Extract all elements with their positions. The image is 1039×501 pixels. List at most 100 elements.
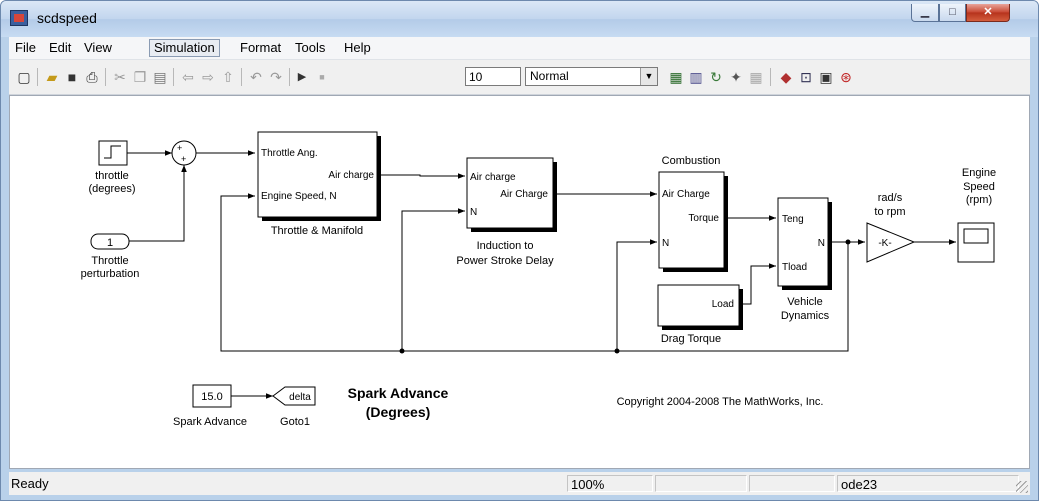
- goto-tag: delta: [289, 392, 311, 403]
- combustion-block[interactable]: Air Charge N Torque: [658, 171, 728, 272]
- comb-port-air-charge: Air Charge: [662, 189, 710, 200]
- comb-port-torque: Torque: [688, 213, 719, 224]
- rads-to-rpm-gain-block[interactable]: -K-: [866, 222, 916, 263]
- combustion-title: Combustion: [662, 155, 721, 167]
- comb-port-n: N: [662, 238, 669, 249]
- window-title: scdspeed: [37, 10, 97, 26]
- model-advisor-icon[interactable]: ✦: [727, 69, 745, 85]
- simulation-mode-value: Normal: [530, 69, 569, 83]
- veh-port-n: N: [818, 238, 825, 249]
- block-diagram[interactable]: throttle (degrees) + + 1 Throttle pertur…: [10, 96, 1029, 468]
- forward-icon[interactable]: ⇨: [199, 69, 217, 85]
- spark-advance-label: Spark Advance: [173, 416, 247, 428]
- minimize-button[interactable]: ▁: [911, 4, 939, 22]
- throttle-step-block[interactable]: [98, 140, 128, 166]
- menu-edit[interactable]: Edit: [45, 39, 75, 57]
- drag-torque-block[interactable]: Load: [657, 284, 743, 330]
- menu-help[interactable]: Help: [340, 39, 375, 57]
- gain-title-line2: to rpm: [874, 206, 905, 218]
- spark-advance-block[interactable]: 15.0: [192, 384, 232, 408]
- maximize-button[interactable]: □: [939, 4, 966, 22]
- copyright-notice: Copyright 2004-2008 The MathWorks, Inc.: [617, 396, 824, 408]
- build-icon[interactable]: ▦: [667, 69, 685, 85]
- vehicle-dynamics-block[interactable]: Teng Tload N: [777, 197, 832, 290]
- up-icon[interactable]: ⇧: [219, 69, 237, 85]
- spark-advance-annotation-line2: (Degrees): [366, 404, 431, 420]
- drag-port-load: Load: [712, 299, 734, 310]
- perturbation-label: Throttle: [91, 255, 128, 267]
- status-cell-empty: [749, 475, 835, 492]
- gain-value: -K-: [878, 238, 891, 249]
- open-icon[interactable]: ▰: [43, 69, 61, 85]
- update-diagram-icon[interactable]: ↻: [707, 69, 725, 85]
- toolbar-separator: [173, 68, 174, 86]
- stop-time-field[interactable]: [465, 67, 521, 86]
- toolbar-separator: [289, 68, 290, 86]
- sum-block[interactable]: + +: [171, 140, 197, 166]
- status-solver: ode23: [837, 475, 1019, 492]
- goto-label: Goto1: [280, 416, 310, 428]
- new-model-icon[interactable]: ▢: [15, 69, 33, 85]
- veh-port-teng: Teng: [782, 214, 804, 225]
- scope-title-line3: (rpm): [966, 194, 992, 206]
- perturbation-value: 1: [107, 237, 113, 249]
- menu-bar: File Edit View Simulation Format Tools H…: [9, 37, 1030, 60]
- paste-icon[interactable]: ▤: [151, 69, 169, 85]
- cut-icon[interactable]: ✂: [111, 69, 129, 85]
- resize-grip-icon[interactable]: [1016, 481, 1028, 493]
- throttle-manifold-label: Throttle & Manifold: [271, 225, 363, 237]
- close-button[interactable]: ✕: [966, 4, 1010, 22]
- induction-delay-block[interactable]: Air charge N Air Charge: [466, 157, 557, 232]
- library-browser-icon[interactable]: ▦: [747, 69, 765, 85]
- menu-simulation[interactable]: Simulation: [149, 39, 220, 57]
- ind-port-air-charge-in: Air charge: [470, 172, 516, 183]
- goto-block[interactable]: delta: [272, 386, 316, 406]
- toolbar-separator: [241, 68, 242, 86]
- simulation-mode-select[interactable]: Normal ▼: [525, 67, 658, 86]
- throttle-label: throttle: [95, 170, 129, 182]
- engine-speed-scope-block[interactable]: [957, 222, 995, 263]
- status-bar: Ready 100% ode23: [9, 472, 1030, 495]
- toolbar-separator: [37, 68, 38, 86]
- vehicle-dynamics-label: Vehicle: [787, 296, 822, 308]
- scope-title: Engine: [962, 167, 996, 179]
- copy-icon[interactable]: ❐: [131, 69, 149, 85]
- tm-port-air-charge: Air charge: [328, 170, 374, 181]
- toolbar: ▢ ▰ ■ ⎙ ✂ ❐ ▤ ⇦ ⇨ ⇧ ↶ ↷ ▶ ■ Normal ▼ ▦ ▥…: [9, 60, 1030, 95]
- vehicle-dynamics-label-line2: Dynamics: [781, 310, 830, 322]
- toolbar-separator: [105, 68, 106, 86]
- throttle-manifold-block[interactable]: Throttle Ang. Engine Speed, N Air charge: [257, 131, 381, 221]
- perturbation-label-line2: perturbation: [81, 268, 140, 280]
- undo-icon[interactable]: ↶: [247, 69, 265, 85]
- menu-format[interactable]: Format: [236, 39, 285, 57]
- simulink-app-icon: [10, 10, 28, 26]
- induction-label-line2: Power Stroke Delay: [456, 255, 554, 267]
- menu-file[interactable]: File: [11, 39, 40, 57]
- status-zoom: 100%: [567, 475, 653, 492]
- throttle-perturbation-block[interactable]: 1: [90, 233, 130, 250]
- spark-advance-annotation: Spark Advance: [348, 385, 449, 401]
- ind-port-air-charge-out: Air Charge: [500, 189, 548, 200]
- print-icon[interactable]: ⎙: [83, 69, 101, 85]
- block-reduction-icon[interactable]: ▣: [817, 69, 835, 85]
- drag-torque-label: Drag Torque: [661, 333, 721, 345]
- menu-view[interactable]: View: [80, 39, 116, 57]
- ind-port-n: N: [470, 207, 477, 218]
- back-icon[interactable]: ⇦: [179, 69, 197, 85]
- signal-builder-icon[interactable]: ⊛: [837, 69, 855, 85]
- incremental-build-icon[interactable]: ▥: [687, 69, 705, 85]
- spark-advance-value: 15.0: [201, 391, 222, 403]
- application-window: scdspeed ▁ □ ✕ File Edit View Simulation…: [0, 0, 1039, 501]
- throttle-label-units: (degrees): [88, 183, 135, 195]
- chevron-down-icon[interactable]: ▼: [640, 68, 657, 85]
- stop-simulation-icon[interactable]: ■: [313, 69, 331, 85]
- induction-label: Induction to: [477, 240, 534, 252]
- save-icon[interactable]: ■: [63, 69, 81, 85]
- debugger-icon[interactable]: ⊡: [797, 69, 815, 85]
- model-canvas[interactable]: throttle (degrees) + + 1 Throttle pertur…: [9, 95, 1030, 469]
- menu-tools[interactable]: Tools: [291, 39, 329, 57]
- model-explorer-icon[interactable]: ◆: [777, 69, 795, 85]
- start-simulation-icon[interactable]: ▶: [293, 69, 311, 85]
- title-bar[interactable]: scdspeed ▁ □ ✕: [1, 1, 1038, 37]
- redo-icon[interactable]: ↷: [267, 69, 285, 85]
